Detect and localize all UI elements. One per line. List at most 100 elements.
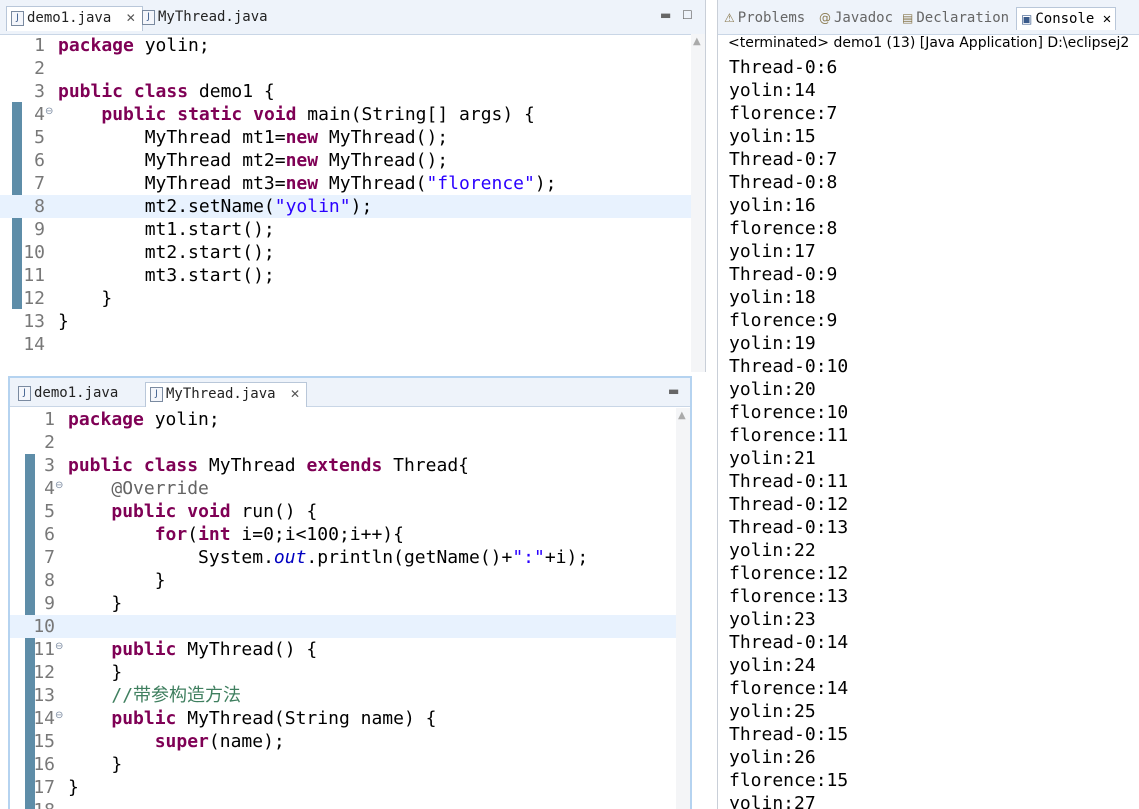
- code-line[interactable]: 6 MyThread mt2=new MyThread();: [0, 149, 705, 172]
- line-number: 9: [34, 219, 45, 240]
- code-line[interactable]: 6 for(int i=0;i<100;i++){: [10, 523, 690, 546]
- tab-mythread-java[interactable]: J MyThread.java ✕: [145, 382, 308, 407]
- scroll-up-icon[interactable]: ▲: [693, 36, 701, 47]
- code-line[interactable]: 13}: [0, 310, 705, 333]
- line-number: 18: [10, 799, 55, 809]
- scroll-up-icon[interactable]: ▲: [678, 410, 686, 421]
- code-line[interactable]: 3 public class MyThread extends Thread{: [10, 454, 690, 477]
- code-line[interactable]: 17}: [10, 776, 690, 799]
- code-line[interactable]: 4 ⊖ @Override: [10, 477, 690, 500]
- editor-tab-bar: J demo1.java J MyThread.java ✕ ▬: [10, 378, 690, 407]
- code-text: mt2.setName("yolin");: [58, 196, 373, 217]
- code-line[interactable]: 11 ⊖ public MyThread() {: [10, 638, 690, 661]
- code-text: MyThread mt1=new MyThread();: [58, 127, 449, 148]
- code-line[interactable]: 14 ⊖ public MyThread(String name) {: [10, 707, 690, 730]
- line-number: 1: [34, 35, 45, 56]
- editor-mythread: J demo1.java J MyThread.java ✕ ▬ 1 packag…: [10, 378, 690, 809]
- code-line[interactable]: 11 mt3.start();: [0, 264, 705, 287]
- console-output-line: Thread-0:11: [729, 471, 849, 492]
- console-output-line: yolin:23: [729, 609, 816, 630]
- tab-demo1-java[interactable]: J demo1.java: [14, 382, 124, 404]
- code-line[interactable]: 9 }: [10, 592, 690, 615]
- line-number: 8: [44, 570, 55, 591]
- console-output-line: yolin:26: [729, 747, 816, 768]
- code-line[interactable]: 7 System.out.println(getName()+":"+i);: [10, 546, 690, 569]
- code-line[interactable]: 8 }: [10, 569, 690, 592]
- code-line[interactable]: 10 mt2.start();: [0, 241, 705, 264]
- code-line[interactable]: 12 }: [0, 287, 705, 310]
- minimize-icon[interactable]: ▬: [668, 384, 679, 398]
- code-text: }: [68, 777, 79, 798]
- line-number: 7: [44, 547, 55, 568]
- console-output-line: yolin:27: [729, 793, 816, 809]
- code-line[interactable]: 4 ⊖ public static void main(String[] args…: [0, 103, 705, 126]
- tab-mythread-java[interactable]: J MyThread.java: [138, 6, 274, 28]
- line-number: 3: [34, 81, 45, 102]
- code-line[interactable]: 8 mt2.setName("yolin");: [0, 195, 705, 218]
- console-output-line: yolin:19: [729, 333, 816, 354]
- fold-toggle-icon[interactable]: ⊖: [45, 100, 53, 123]
- tab-declaration[interactable]: ▤ Declaration: [902, 7, 1009, 29]
- code-line[interactable]: 15 super(name);: [10, 730, 690, 753]
- console-output-line: florence:13: [729, 586, 849, 607]
- tab-label: MyThread.java: [166, 386, 276, 402]
- minimize-icon[interactable]: ▬: [660, 8, 671, 22]
- code-line[interactable]: 9 mt1.start();: [0, 218, 705, 241]
- code-line[interactable]: 18: [10, 799, 690, 809]
- console-output[interactable]: Thread-0:6 yolin:14 florence:7 yolin:15 Thre…: [729, 56, 848, 809]
- close-icon[interactable]: ✕: [126, 11, 136, 25]
- line-number: 16: [33, 754, 55, 775]
- code-line[interactable]: 13 //带参构造方法: [10, 684, 690, 707]
- console-output-line: yolin:25: [729, 701, 816, 722]
- tab-label: MyThread.java: [158, 9, 268, 25]
- line-number: 15: [33, 731, 55, 752]
- code-text: public void run() {: [111, 501, 318, 522]
- code-line[interactable]: 2: [0, 57, 705, 80]
- console-output-line: Thread-0:7: [729, 149, 838, 170]
- code-text: package yolin;: [68, 409, 220, 430]
- line-number: 2: [44, 432, 55, 453]
- vertical-scrollbar[interactable]: ▲: [691, 34, 705, 372]
- tab-javadoc[interactable]: @ Javadoc: [819, 7, 893, 29]
- code-line[interactable]: 16 }: [10, 753, 690, 776]
- code-line[interactable]: 1 package yolin;: [0, 34, 705, 57]
- code-editor[interactable]: 1 package yolin; 2 3 public class demo1 {4 ⊖ …: [0, 34, 705, 372]
- tab-problems[interactable]: ⚠ Problems: [724, 7, 805, 29]
- code-line[interactable]: 2: [10, 431, 690, 454]
- line-number: 5: [34, 127, 45, 148]
- fold-toggle-icon[interactable]: ⊖: [55, 635, 63, 658]
- tab-console[interactable]: ▣ Console ✕: [1016, 7, 1117, 30]
- close-icon[interactable]: ✕: [290, 387, 300, 401]
- console-output-line: florence:12: [729, 563, 849, 584]
- code-text: public MyThread() {: [111, 639, 318, 660]
- tab-demo1-java[interactable]: J demo1.java ✕: [6, 6, 143, 31]
- code-text: public class demo1 {: [58, 81, 275, 102]
- maximize-icon[interactable]: ☐: [682, 8, 693, 22]
- console-output-line: yolin:24: [729, 655, 816, 676]
- code-line[interactable]: 10: [10, 615, 690, 638]
- code-line[interactable]: 3 public class demo1 {: [0, 80, 705, 103]
- console-output-line: Thread-0:13: [729, 517, 849, 538]
- code-line[interactable]: 12 }: [10, 661, 690, 684]
- code-text: }: [68, 662, 123, 683]
- console-output-line: florence:7: [729, 103, 838, 124]
- code-line[interactable]: 1 package yolin;: [10, 408, 690, 431]
- console-icon: ▣: [1021, 12, 1033, 26]
- code-line[interactable]: 14: [0, 333, 705, 356]
- code-text: }: [58, 311, 69, 332]
- tab-label: demo1.java: [27, 10, 112, 26]
- code-line[interactable]: 7 MyThread mt3=new MyThread("florence");: [0, 172, 705, 195]
- code-text: MyThread mt3=new MyThread("florence");: [58, 173, 557, 194]
- vertical-scrollbar[interactable]: ▲: [676, 408, 690, 809]
- code-line[interactable]: 5 MyThread mt1=new MyThread();: [0, 126, 705, 149]
- close-icon[interactable]: ✕: [1103, 11, 1111, 27]
- console-output-line: florence:14: [729, 678, 849, 699]
- code-editor[interactable]: 1 package yolin; 2 3 public class MyThread e…: [10, 408, 690, 809]
- line-number: 12: [23, 288, 45, 309]
- code-line[interactable]: 5 public void run() {: [10, 500, 690, 523]
- fold-toggle-icon[interactable]: ⊖: [55, 474, 63, 497]
- console-output-line: Thread-0:6: [729, 57, 838, 78]
- console-output-line: yolin:15: [729, 126, 816, 147]
- fold-toggle-icon[interactable]: ⊖: [55, 704, 63, 727]
- tab-label: Javadoc: [834, 10, 894, 26]
